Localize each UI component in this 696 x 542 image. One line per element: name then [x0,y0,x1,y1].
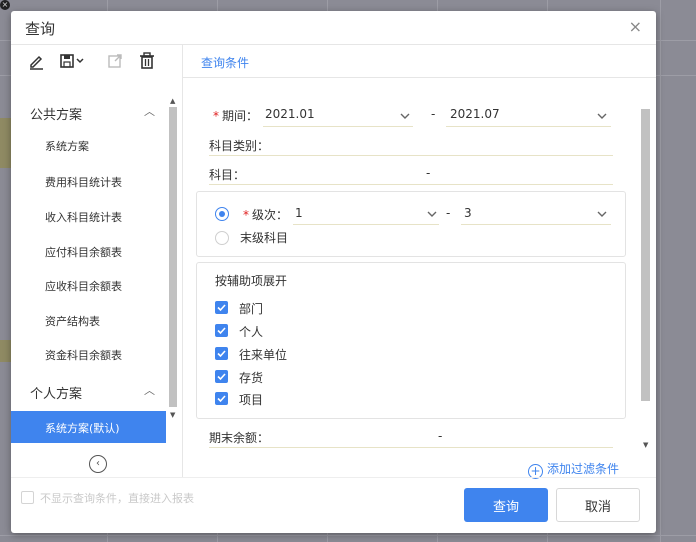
period-from-value[interactable]: 2021.01 [265,107,315,121]
scheme-item[interactable]: 资产结构表 [11,304,166,336]
period-label: * 期间： [213,107,258,124]
save-icon[interactable] [58,51,88,71]
dialog-header: 查询 × [11,11,656,45]
chevron-down-icon[interactable] [400,111,410,121]
level-dash: - [446,206,451,220]
scheme-item[interactable]: 系统方案 [11,129,166,161]
scheme-item-label: 应收科目余额表 [45,280,122,293]
aux-item-label: 往来单位 [239,348,288,362]
scheme-item[interactable]: 费用科目统计表 [11,165,166,197]
scheme-item-label: 收入科目统计表 [45,211,122,224]
query-panel: 查询条件 * 期间： 2021.01 - 2021.07 科目类别： 科目： - … [183,45,656,479]
subject-category-label: 科目类别： [209,139,270,153]
bg-gridline [0,535,696,536]
dialog-title: 查询 [25,20,56,38]
public-scheme-header[interactable]: 公共方案 ︿ [11,99,171,125]
chevron-down-icon[interactable] [427,209,437,219]
level-from-underline [293,224,439,225]
period-to-underline [446,126,611,127]
query-button[interactable]: 查询 [464,488,548,522]
chevron-up-icon[interactable]: ︿ [144,382,155,398]
scheme-item-label: 费用科目统计表 [45,176,122,189]
period-from-underline [263,126,413,127]
scheme-item-label: 应付科目余额表 [45,246,122,259]
cancel-button[interactable]: 取消 [556,488,640,522]
tab-divider [183,77,656,78]
aux-item-label: 部门 [239,302,264,316]
scheme-item[interactable]: 应收科目余额表 [11,269,166,301]
end-balance-dash: - [438,429,443,443]
section-label: 个人方案 [30,387,83,402]
chevron-up-icon[interactable]: ︿ [144,103,155,119]
scheme-item[interactable]: 应付科目余额表 [11,235,166,267]
level-to-underline [461,224,611,225]
aux-checkbox[interactable] [215,324,228,337]
skip-query-option[interactable]: 不显示查询条件，直接进入报表 [21,490,194,506]
scroll-up-arrow[interactable]: ▲ [170,97,175,105]
level-to-value[interactable]: 3 [464,206,472,220]
subject-dash: - [426,166,431,180]
level-radio[interactable] [215,207,229,221]
period-to-value[interactable]: 2021.07 [450,107,500,121]
required-mark: * [243,208,249,222]
subject-field[interactable] [209,184,613,185]
tab-query-conditions[interactable]: 查询条件 [201,54,249,71]
section-label: 公共方案 [30,108,83,123]
scheme-toolbar [11,45,182,77]
export-icon[interactable] [105,51,125,71]
aux-checkbox[interactable] [215,370,228,383]
scroll-down-arrow[interactable]: ▼ [643,441,648,449]
collapse-sidebar-icon[interactable]: ‹ [89,455,107,473]
period-label-text: 期间： [222,109,259,123]
aux-group-title: 按辅助项展开 [215,274,288,288]
aux-checkbox[interactable] [215,392,228,405]
aux-item-label: 项目 [239,393,264,407]
last-level-label: 末级科目 [240,231,289,245]
scheme-item-default[interactable]: 系统方案(默认) [11,411,166,443]
chevron-down-icon[interactable] [597,111,607,121]
scrollbar-thumb[interactable] [169,107,177,407]
bg-gridline [660,0,661,542]
subject-category-field[interactable] [209,155,613,156]
scheme-item-label: 系统方案 [45,140,89,153]
dialog-footer: 不显示查询条件，直接进入报表 查询 取消 [11,477,656,534]
last-level-radio[interactable] [215,231,229,245]
scheme-sidebar: 公共方案 ︿ 系统方案 费用科目统计表 收入科目统计表 应付科目余额表 应收科目… [11,45,183,477]
panel-scrollbar[interactable]: ▼ [639,101,651,451]
level-from-value[interactable]: 1 [295,206,303,220]
edit-icon[interactable] [27,51,47,71]
scheme-item-label: 资产结构表 [45,315,100,328]
bg-highlight [0,340,11,362]
aux-item-label: 个人 [239,325,264,339]
bg-highlight [0,118,11,168]
aux-checkbox[interactable] [215,301,228,314]
end-balance-label: 期末余额： [209,431,270,445]
required-mark: * [213,109,219,123]
delete-icon[interactable] [137,51,157,71]
period-dash: - [431,107,436,121]
chevron-down-icon[interactable] [597,209,607,219]
query-dialog: 查询 × 公共方案 ︿ 系统方案 费用科目统计表 收入科目统计表 应付科目余额表… [11,11,656,533]
close-icon[interactable]: × [629,17,642,36]
close-icon[interactable]: × [0,0,10,10]
scheme-item[interactable]: 收入科目统计表 [11,200,166,232]
scheme-item-label: 系统方案(默认) [45,422,120,435]
level-label: * 级次： [243,206,288,223]
personal-scheme-header[interactable]: 个人方案 ︿ [11,378,171,404]
aux-item-label: 存货 [239,371,264,385]
scheme-item-label: 资金科目余额表 [45,349,122,362]
scheme-item[interactable]: 资金科目余额表 [11,338,166,370]
aux-checkbox[interactable] [215,347,228,360]
scroll-down-arrow[interactable]: ▼ [170,411,175,419]
skip-checkbox[interactable] [21,491,34,504]
skip-label: 不显示查询条件，直接进入报表 [40,492,194,505]
subject-label: 科目： [209,168,246,182]
add-filter-label: 添加过滤条件 [547,462,620,476]
level-label-text: 级次： [252,208,289,222]
scrollbar-thumb[interactable] [641,109,650,401]
sidebar-scrollbar[interactable]: ▲ ▼ [168,97,178,419]
end-balance-field[interactable] [209,447,613,448]
